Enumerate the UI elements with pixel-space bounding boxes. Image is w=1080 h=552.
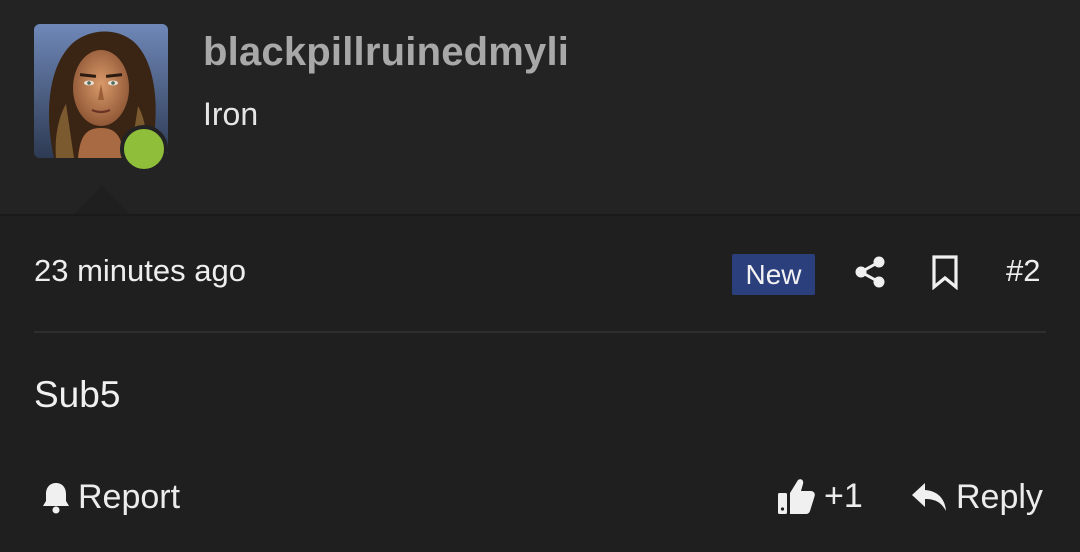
- user-title: Iron: [203, 96, 259, 132]
- post-number[interactable]: #2: [1006, 253, 1040, 289]
- divider: [34, 331, 1046, 333]
- username[interactable]: blackpillruinedmyli: [203, 30, 569, 75]
- like-button[interactable]: +1: [776, 474, 863, 518]
- report-button[interactable]: Report: [40, 475, 180, 519]
- report-label: Report: [78, 477, 181, 516]
- message-pointer: [72, 186, 132, 216]
- reply-arrow-icon: [912, 483, 946, 511]
- like-count: +1: [824, 476, 863, 515]
- post-timestamp[interactable]: 23 minutes ago: [34, 253, 246, 289]
- online-status-indicator: [120, 125, 168, 173]
- share-icon[interactable]: [852, 254, 888, 290]
- new-badge: New: [732, 254, 815, 295]
- bell-icon: [43, 483, 69, 514]
- divider: [0, 214, 1080, 216]
- post-body: Sub5: [34, 374, 121, 415]
- bookmark-icon[interactable]: [930, 254, 960, 290]
- forum-post: blackpillruinedmyli Iron 23 minutes ago …: [0, 0, 1080, 552]
- user-header: blackpillruinedmyli Iron: [0, 0, 1080, 216]
- reply-label: Reply: [956, 477, 1043, 516]
- thumbs-up-icon: [778, 479, 815, 514]
- reply-button[interactable]: Reply: [910, 475, 1043, 519]
